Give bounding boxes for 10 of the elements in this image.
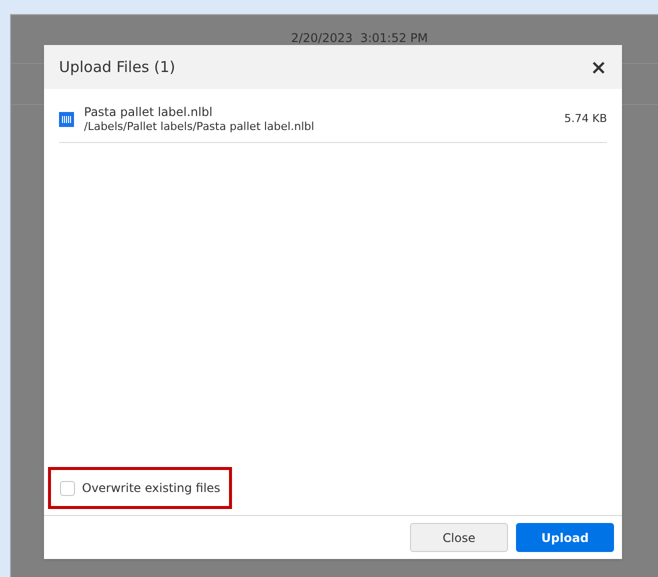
close-button[interactable]: Close — [410, 523, 508, 552]
file-size: 5.74 KB — [564, 111, 607, 128]
timestamp: 2/20/2023 3:01:52 PM — [291, 32, 428, 44]
file-path: /Labels/Pallet labels/Pasta pallet label.nlbl — [84, 120, 316, 134]
overwrite-checkbox[interactable] — [60, 480, 75, 496]
dialog-title: Upload Files (1) — [59, 56, 176, 78]
barcode-file-icon — [59, 112, 74, 127]
upload-button[interactable]: Upload — [516, 523, 614, 552]
file-name: Pasta pallet label.nlbl — [84, 105, 214, 120]
overwrite-label[interactable]: Overwrite existing files — [82, 479, 220, 497]
